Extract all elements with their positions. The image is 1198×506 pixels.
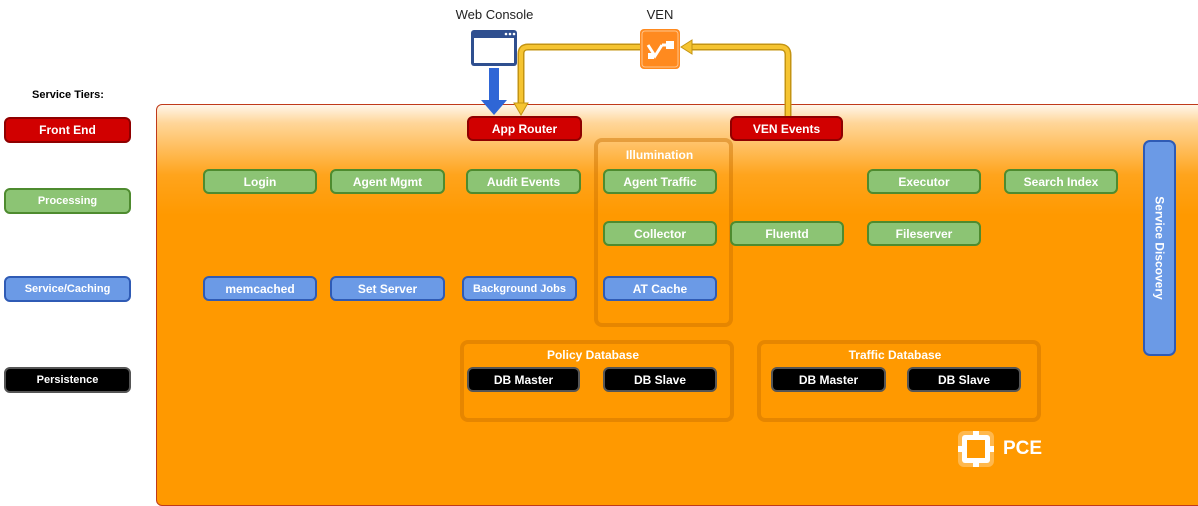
web-console-to-app-router-arrow	[481, 68, 507, 115]
ven-events-to-app-router-arrow	[513, 39, 792, 116]
connection-arrows	[481, 39, 792, 116]
